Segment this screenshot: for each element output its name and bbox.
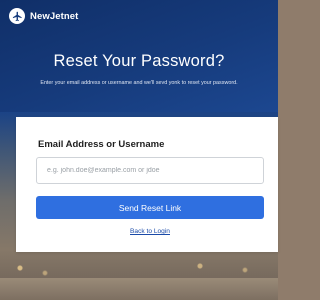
tarmac [0,278,278,300]
email-username-label: Email Address or Username [38,139,165,150]
brand-name: NewJetnet [30,10,79,22]
brand[interactable]: NewJetnet [9,8,78,24]
back-to-login-link[interactable]: Back to Login [16,228,284,235]
reset-form-card: Email Address or Username Send Reset Lin… [16,117,278,252]
page-title: Reset Your Password? [53,52,225,70]
send-reset-link-button[interactable]: Send Reset Link [36,196,264,219]
page-subtitle: Enter your email address or username and… [40,80,238,86]
page-header: NewJetnet Reset Your Password? Enter you… [0,0,278,112]
email-username-input[interactable] [36,157,264,184]
plane-icon [9,8,25,24]
